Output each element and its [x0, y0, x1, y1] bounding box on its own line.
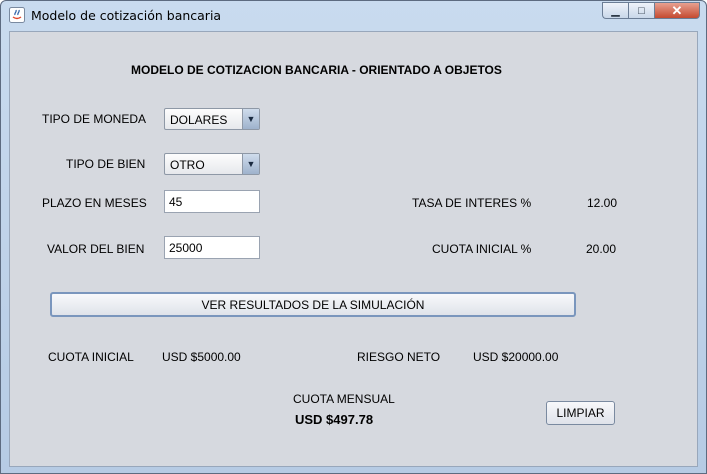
- valor-input[interactable]: [169, 238, 257, 257]
- tasa-value: 12.00: [587, 196, 618, 210]
- form-heading: MODELO DE COTIZACION BANCARIA - ORIENTAD…: [131, 63, 502, 77]
- cuota-inicial-label: CUOTA INICIAL: [48, 350, 134, 364]
- plazo-label: PLAZO EN MESES: [42, 196, 147, 210]
- plazo-input[interactable]: [169, 192, 257, 211]
- title-bar[interactable]: Modelo de cotización bancaria ▁ □ ✕: [1, 1, 706, 31]
- cuota-mensual-value: USD $497.78: [295, 412, 374, 427]
- cuota-inicial-value: USD $5000.00: [162, 350, 241, 364]
- bien-selected-value: OTRO: [170, 158, 205, 172]
- riesgo-neto-label: RIESGO NETO: [357, 350, 441, 364]
- content-panel: MODELO DE COTIZACION BANCARIA - ORIENTAD…: [9, 31, 698, 467]
- java-icon: [9, 7, 25, 23]
- tasa-label: TASA DE INTERES %: [412, 196, 532, 210]
- maximize-button[interactable]: □: [628, 2, 654, 19]
- window-controls: ▁ □ ✕: [602, 2, 700, 21]
- chevron-down-icon[interactable]: ▼: [242, 109, 259, 129]
- moneda-label: TIPO DE MONEDA: [42, 112, 147, 126]
- chevron-down-icon[interactable]: ▼: [242, 154, 259, 174]
- app-window: Modelo de cotización bancaria ▁ □ ✕ MODE…: [0, 0, 707, 474]
- minimize-button[interactable]: ▁: [602, 2, 628, 19]
- simulate-button[interactable]: VER RESULTADOS DE LA SIMULACIÓN: [50, 292, 576, 317]
- window-title: Modelo de cotización bancaria: [31, 8, 222, 23]
- close-button[interactable]: ✕: [654, 2, 700, 19]
- riesgo-neto-value: USD $20000.00: [473, 350, 559, 364]
- maximize-icon: □: [638, 4, 645, 17]
- cuota-inicial-pct-label: CUOTA INICIAL %: [432, 242, 532, 256]
- moneda-dropdown[interactable]: DOLARES ▼: [164, 108, 260, 130]
- moneda-selected-value: DOLARES: [170, 113, 228, 127]
- close-icon: ✕: [671, 2, 683, 18]
- bien-dropdown[interactable]: OTRO ▼: [164, 153, 260, 175]
- bien-label: TIPO DE BIEN: [66, 157, 146, 171]
- valor-field[interactable]: [164, 236, 260, 259]
- clear-button[interactable]: LIMPIAR: [546, 401, 615, 425]
- minimize-icon: ▁: [611, 5, 620, 17]
- plazo-field[interactable]: [164, 190, 260, 213]
- cuota-mensual-label: CUOTA MENSUAL: [293, 392, 395, 406]
- cuota-inicial-pct-value: 20.00: [586, 242, 617, 256]
- valor-label: VALOR DEL BIEN: [47, 242, 145, 256]
